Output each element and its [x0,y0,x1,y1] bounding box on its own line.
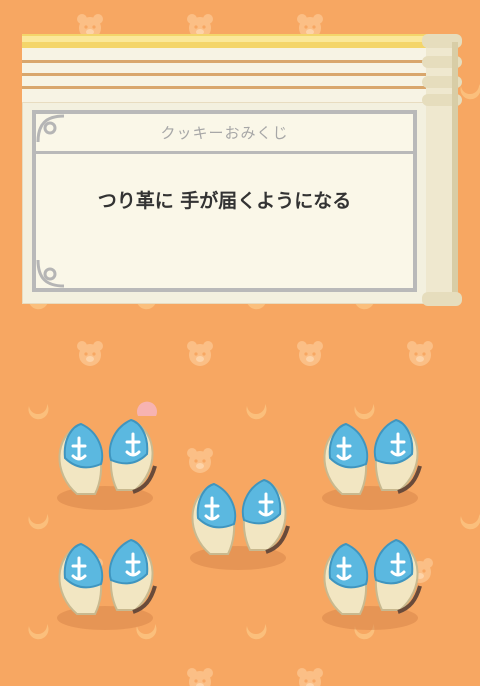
scroll-roll [422,34,462,306]
fortune-frame: クッキーおみくじ つり革に 手が届くようになる [32,110,417,292]
ornament-top-left-icon [36,114,65,143]
fortune-cookies [0,380,480,640]
cookie-half-pair-5[interactable] [322,540,420,630]
fortune-scroll: クッキーおみくじ つり革に 手が届くようになる [22,34,462,306]
scroll-rolled-paper [22,34,427,102]
cookie-half-pair-2[interactable] [322,420,420,510]
frame-divider [36,151,413,154]
fortune-message: つり革に 手が届くようになる [97,190,352,212]
cookie-half-pair-3[interactable] [190,480,288,570]
cookie-half-pair-1[interactable] [57,420,155,510]
cookie-half-pair-4[interactable] [57,540,155,630]
ornament-bottom-left-icon [36,259,65,288]
fortune-title: クッキーおみくじ [160,124,289,142]
